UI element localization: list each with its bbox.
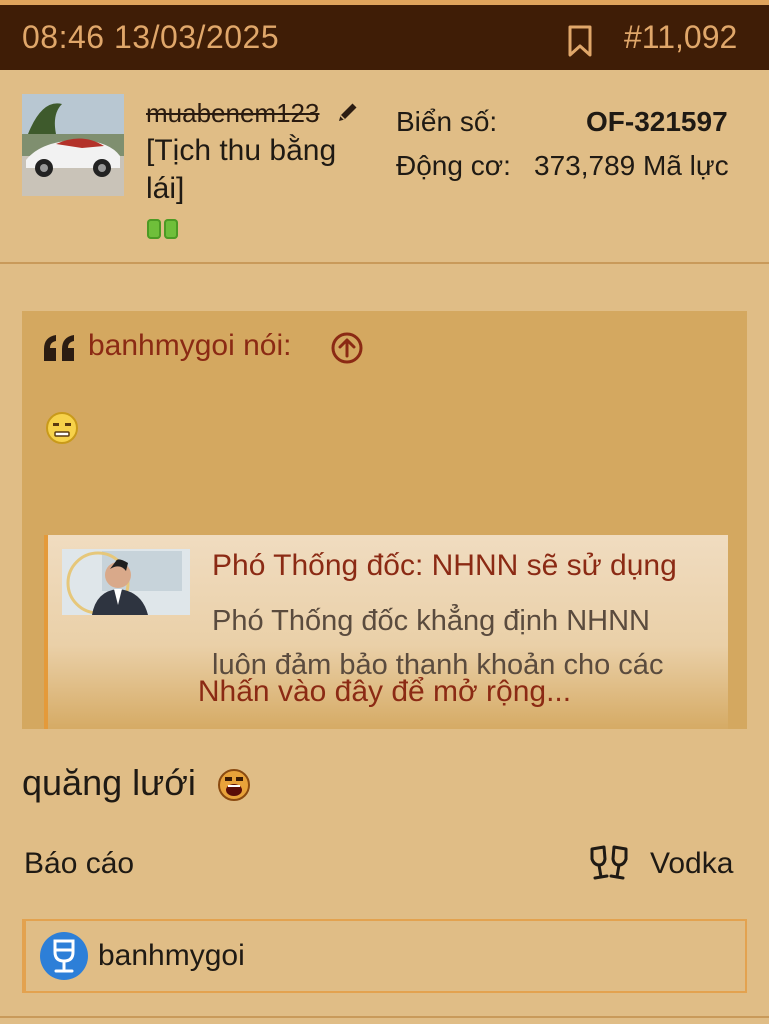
emoji-icon [218, 769, 250, 801]
arrow-up-circle-icon[interactable] [331, 332, 363, 364]
post-datetime[interactable]: 08:46 13/03/2025 [22, 19, 279, 56]
top-bar: 08:46 13/03/2025 #11,092 [0, 0, 769, 70]
avatar[interactable] [22, 94, 124, 196]
user-title: [Tịch thu bằng lái] [146, 134, 337, 205]
react-vodka-button[interactable]: Vodka [650, 847, 733, 881]
wine-glass-icon [40, 932, 88, 980]
post-user-header: muabenem123 [Tịch thu bằng lái] Biển số:… [0, 70, 769, 264]
plate-label: Biển số: [396, 106, 498, 137]
pencil-icon [339, 103, 357, 121]
divider [0, 1016, 769, 1018]
quote-author[interactable]: banhmygoi nói: [88, 329, 291, 363]
reaction-username[interactable]: banhmygoi [98, 939, 245, 973]
quote-icon [44, 335, 74, 361]
message-text: quăng lưới [22, 762, 196, 803]
engine-label: Động cơ: [396, 150, 511, 181]
link-preview-thumbnail [62, 549, 190, 615]
username[interactable]: muabenem123 [146, 98, 319, 129]
post-number[interactable]: #11,092 [624, 19, 737, 56]
reputation-bars [147, 219, 181, 244]
bookmark-icon[interactable] [567, 25, 593, 57]
quote-block: banhmygoi nói: Phó Thống đốc: NHNN sẽ sử… [22, 311, 747, 729]
cheers-icon[interactable] [586, 845, 632, 881]
report-link[interactable]: Báo cáo [24, 847, 134, 881]
expand-quote-link[interactable]: Nhấn vào đây để mở rộng... [22, 675, 747, 709]
link-preview-title[interactable]: Phó Thống đốc: NHNN sẽ sử dụng [212, 549, 712, 583]
emoji-icon [46, 412, 78, 444]
plate-value: OF-321597 [586, 106, 728, 137]
engine-value: 373,789 Mã lực [534, 150, 729, 181]
reactions-bar[interactable]: banhmygoi [22, 919, 747, 993]
link-preview-description: Phó Thống đốc khẳng định NHNN luôn đảm b… [212, 605, 664, 681]
